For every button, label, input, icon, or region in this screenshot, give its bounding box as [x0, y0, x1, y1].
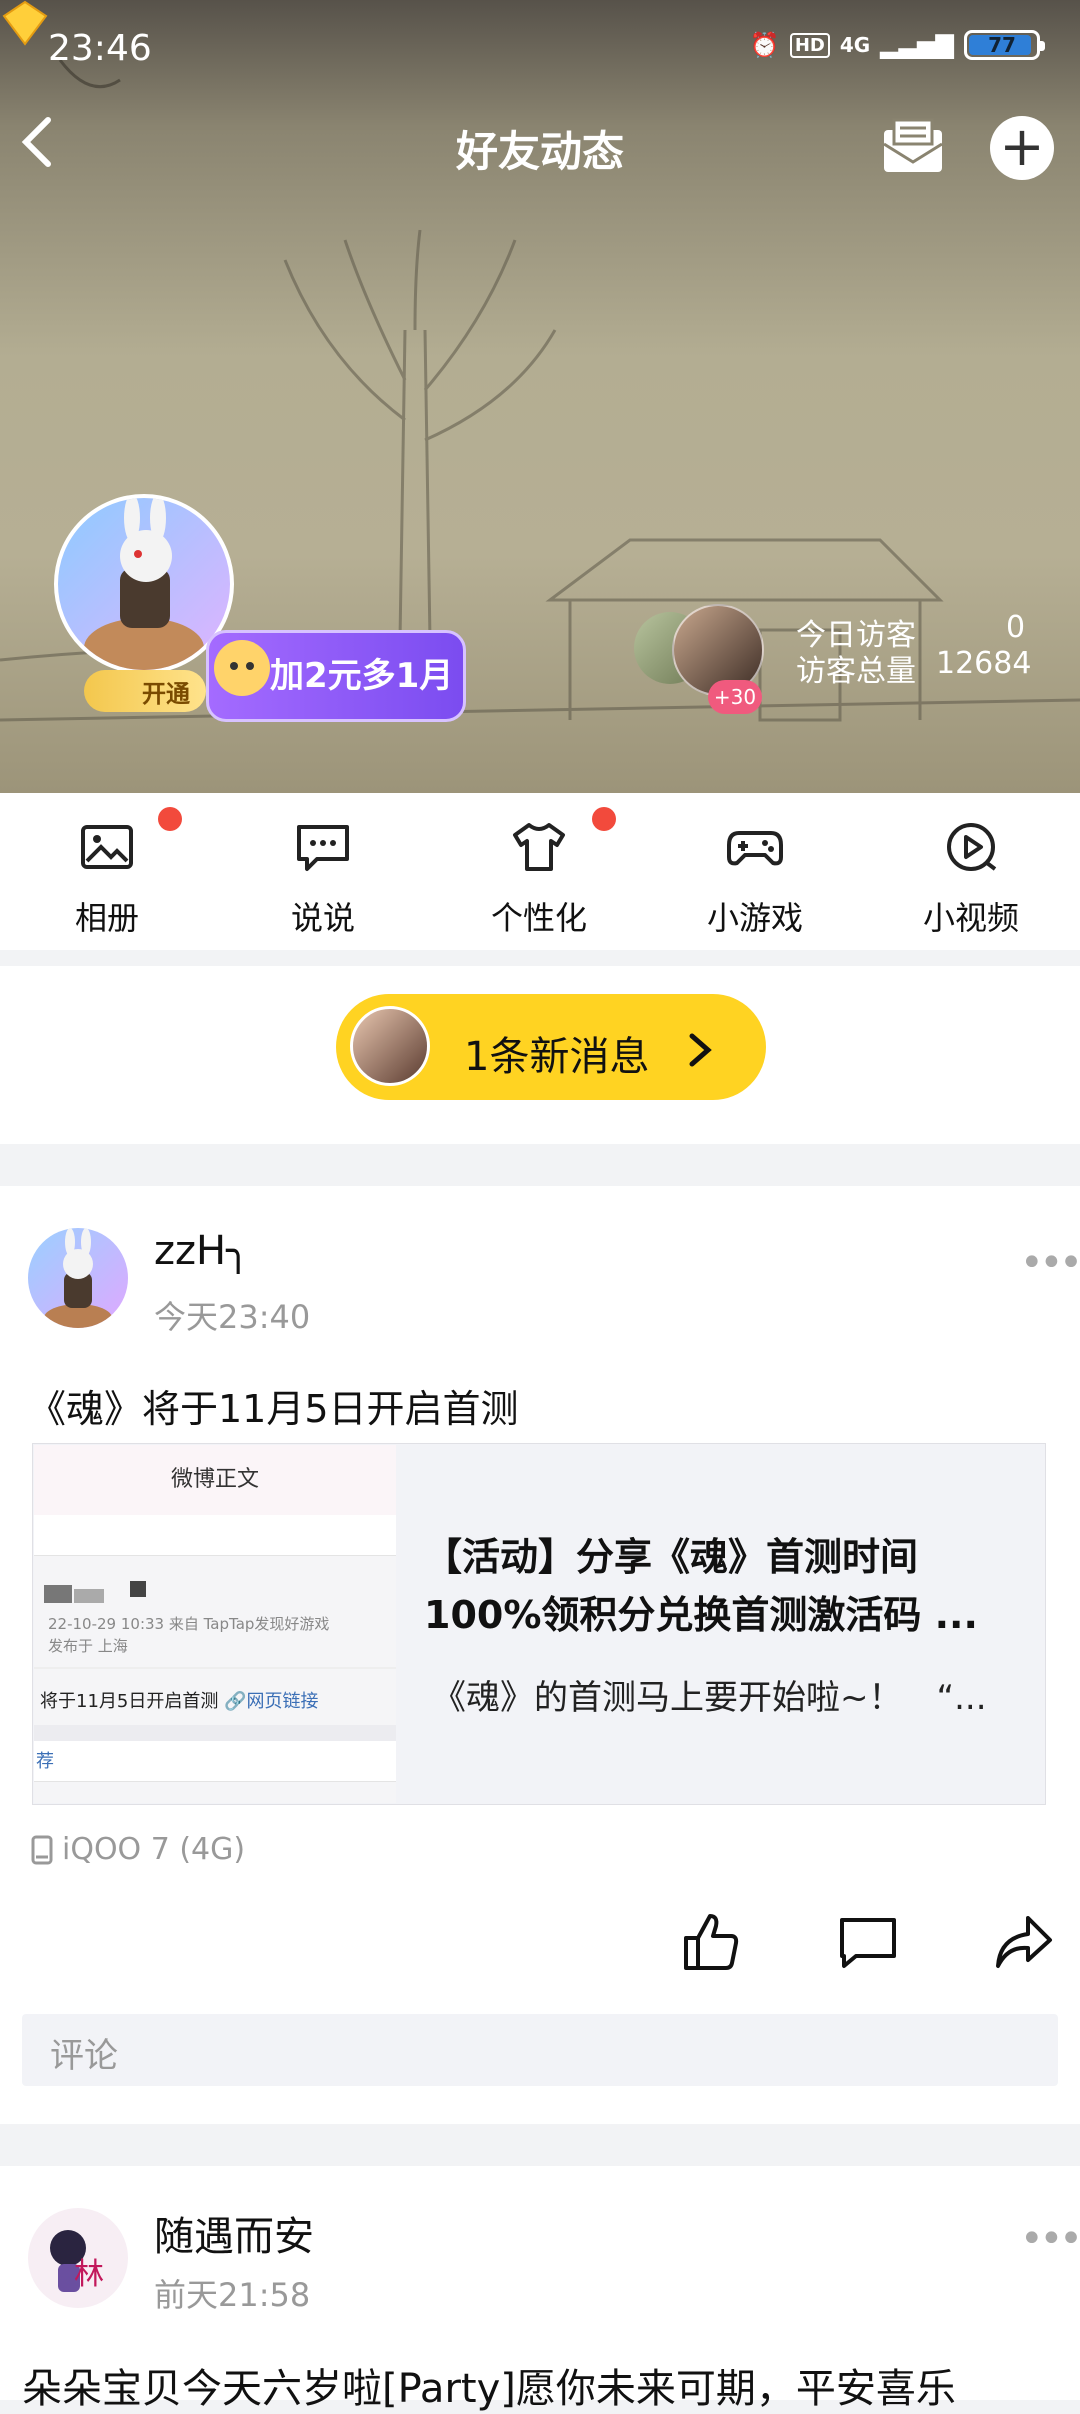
more-options-icon[interactable]: •••: [1020, 1240, 1080, 1286]
svg-text:林: 林: [74, 2257, 104, 2292]
comment-icon[interactable]: [836, 1910, 900, 1974]
nav-videos[interactable]: 小视频: [896, 817, 1046, 939]
mail-button[interactable]: [880, 116, 946, 176]
image-icon: [81, 825, 133, 869]
post-author-avatar[interactable]: 林: [28, 2208, 128, 2308]
hd-icon: HD: [789, 32, 830, 58]
battery-icon: 77: [964, 30, 1045, 60]
post-text: 《魂》将于11月5日开启首测: [28, 1387, 519, 1431]
alarm-icon: ⏰: [749, 31, 780, 59]
post-time: 前天21:58: [154, 2276, 311, 2314]
thumb-link: 网页链接: [246, 1691, 319, 1712]
thumb-header: 微博正文: [34, 1445, 396, 1516]
device-info: iQOO 7 (4G): [30, 1832, 245, 1867]
network-type: 4G: [839, 33, 871, 57]
link-description: 《魂》的首测马上要开始啦~！ “...: [432, 1678, 987, 1718]
nav-games-label: 小游戏: [706, 899, 803, 937]
status-time: 23:46: [48, 28, 152, 69]
post-author-name[interactable]: zzH╮: [154, 1228, 250, 1274]
post-time: 今天23:40: [154, 1298, 311, 1336]
total-visitors-value: 12684: [936, 646, 1032, 681]
vip-open-badge[interactable]: 开通: [84, 670, 206, 712]
add-button[interactable]: +: [990, 116, 1054, 180]
profile-cover[interactable]: 23:46 ⏰ HD 4G ▂▃▅▇ 77 好友动态 + 开通 加2元多1月 +…: [0, 0, 1080, 793]
today-visitors-value: 0: [1006, 610, 1026, 645]
thumb-more: 荐: [36, 1751, 54, 1772]
anime-avatar-image: 林: [50, 2230, 104, 2292]
comment-placeholder: 评论: [50, 2036, 118, 2076]
thumb-location: 发布于 上海: [48, 1637, 128, 1655]
quick-nav: 相册 说说 个性化 小游戏 小视频: [0, 793, 1080, 950]
nav-personalize[interactable]: 个性化: [464, 817, 614, 939]
nav-games[interactable]: 小游戏: [680, 817, 830, 939]
status-icons: ⏰ HD 4G ▂▃▅▇ 77: [749, 30, 1045, 60]
total-visitors-label: 访客总量: [796, 654, 916, 689]
nav-videos-label: 小视频: [922, 899, 1019, 937]
chat-bubble-icon: [297, 825, 349, 871]
message-sender-avatar: [350, 1006, 430, 1086]
post-author-name[interactable]: 随遇而安: [154, 2204, 314, 2262]
more-options-icon[interactable]: •••: [1020, 2216, 1080, 2262]
thumb-meta: 22-10-29 10:33 来自 TapTap发现好游戏: [48, 1615, 330, 1633]
device-name: iQOO 7 (4G): [62, 1832, 246, 1867]
link-title: 【活动】分享《魂》首测时间100%领积分兑换首测激活码 ...: [424, 1535, 978, 1637]
shirt-icon: [513, 823, 565, 871]
nav-album-label: 相册: [74, 899, 139, 937]
nav-moments[interactable]: 说说: [248, 817, 398, 939]
play-circle-icon: [947, 823, 997, 871]
nav-personalize-label: 个性化: [490, 899, 587, 937]
link-thumbnail: 微博正文 22-10-29 10:33 来自 TapTap发现好游戏 发布于 上…: [34, 1445, 396, 1803]
phone-icon: [31, 1835, 53, 1864]
signal-icon: ▂▃▅▇: [880, 31, 954, 59]
vip-promo-text: 加2元多1月: [270, 656, 454, 696]
diamond-icon: [2, 0, 48, 46]
chevron-right-icon: [689, 1033, 712, 1067]
mascot-icon: [214, 640, 270, 696]
comment-input[interactable]: [22, 2014, 1058, 2086]
notification-dot: [158, 807, 182, 831]
post-text: 朵朵宝贝今天六岁啦[Party]愿你未来可期，平安喜乐: [22, 2366, 956, 2412]
nav-moments-label: 说说: [290, 899, 355, 937]
plus-icon: +: [999, 115, 1045, 178]
nav-album[interactable]: 相册: [32, 817, 182, 939]
new-message-label: 1条新消息: [464, 1034, 650, 1080]
like-icon[interactable]: [680, 1910, 744, 1974]
visitor-count-badge: +30: [708, 680, 762, 714]
rabbit-avatar-image: [84, 498, 204, 670]
share-icon[interactable]: [992, 1910, 1056, 1974]
rabbit-avatar-image: [44, 1228, 112, 1328]
inbox-icon: [883, 118, 943, 172]
gamepad-icon: [727, 831, 783, 866]
thumb-text: 将于11月5日开启首测: [40, 1691, 219, 1712]
post-author-avatar[interactable]: [28, 1228, 128, 1328]
notification-dot: [592, 807, 616, 831]
